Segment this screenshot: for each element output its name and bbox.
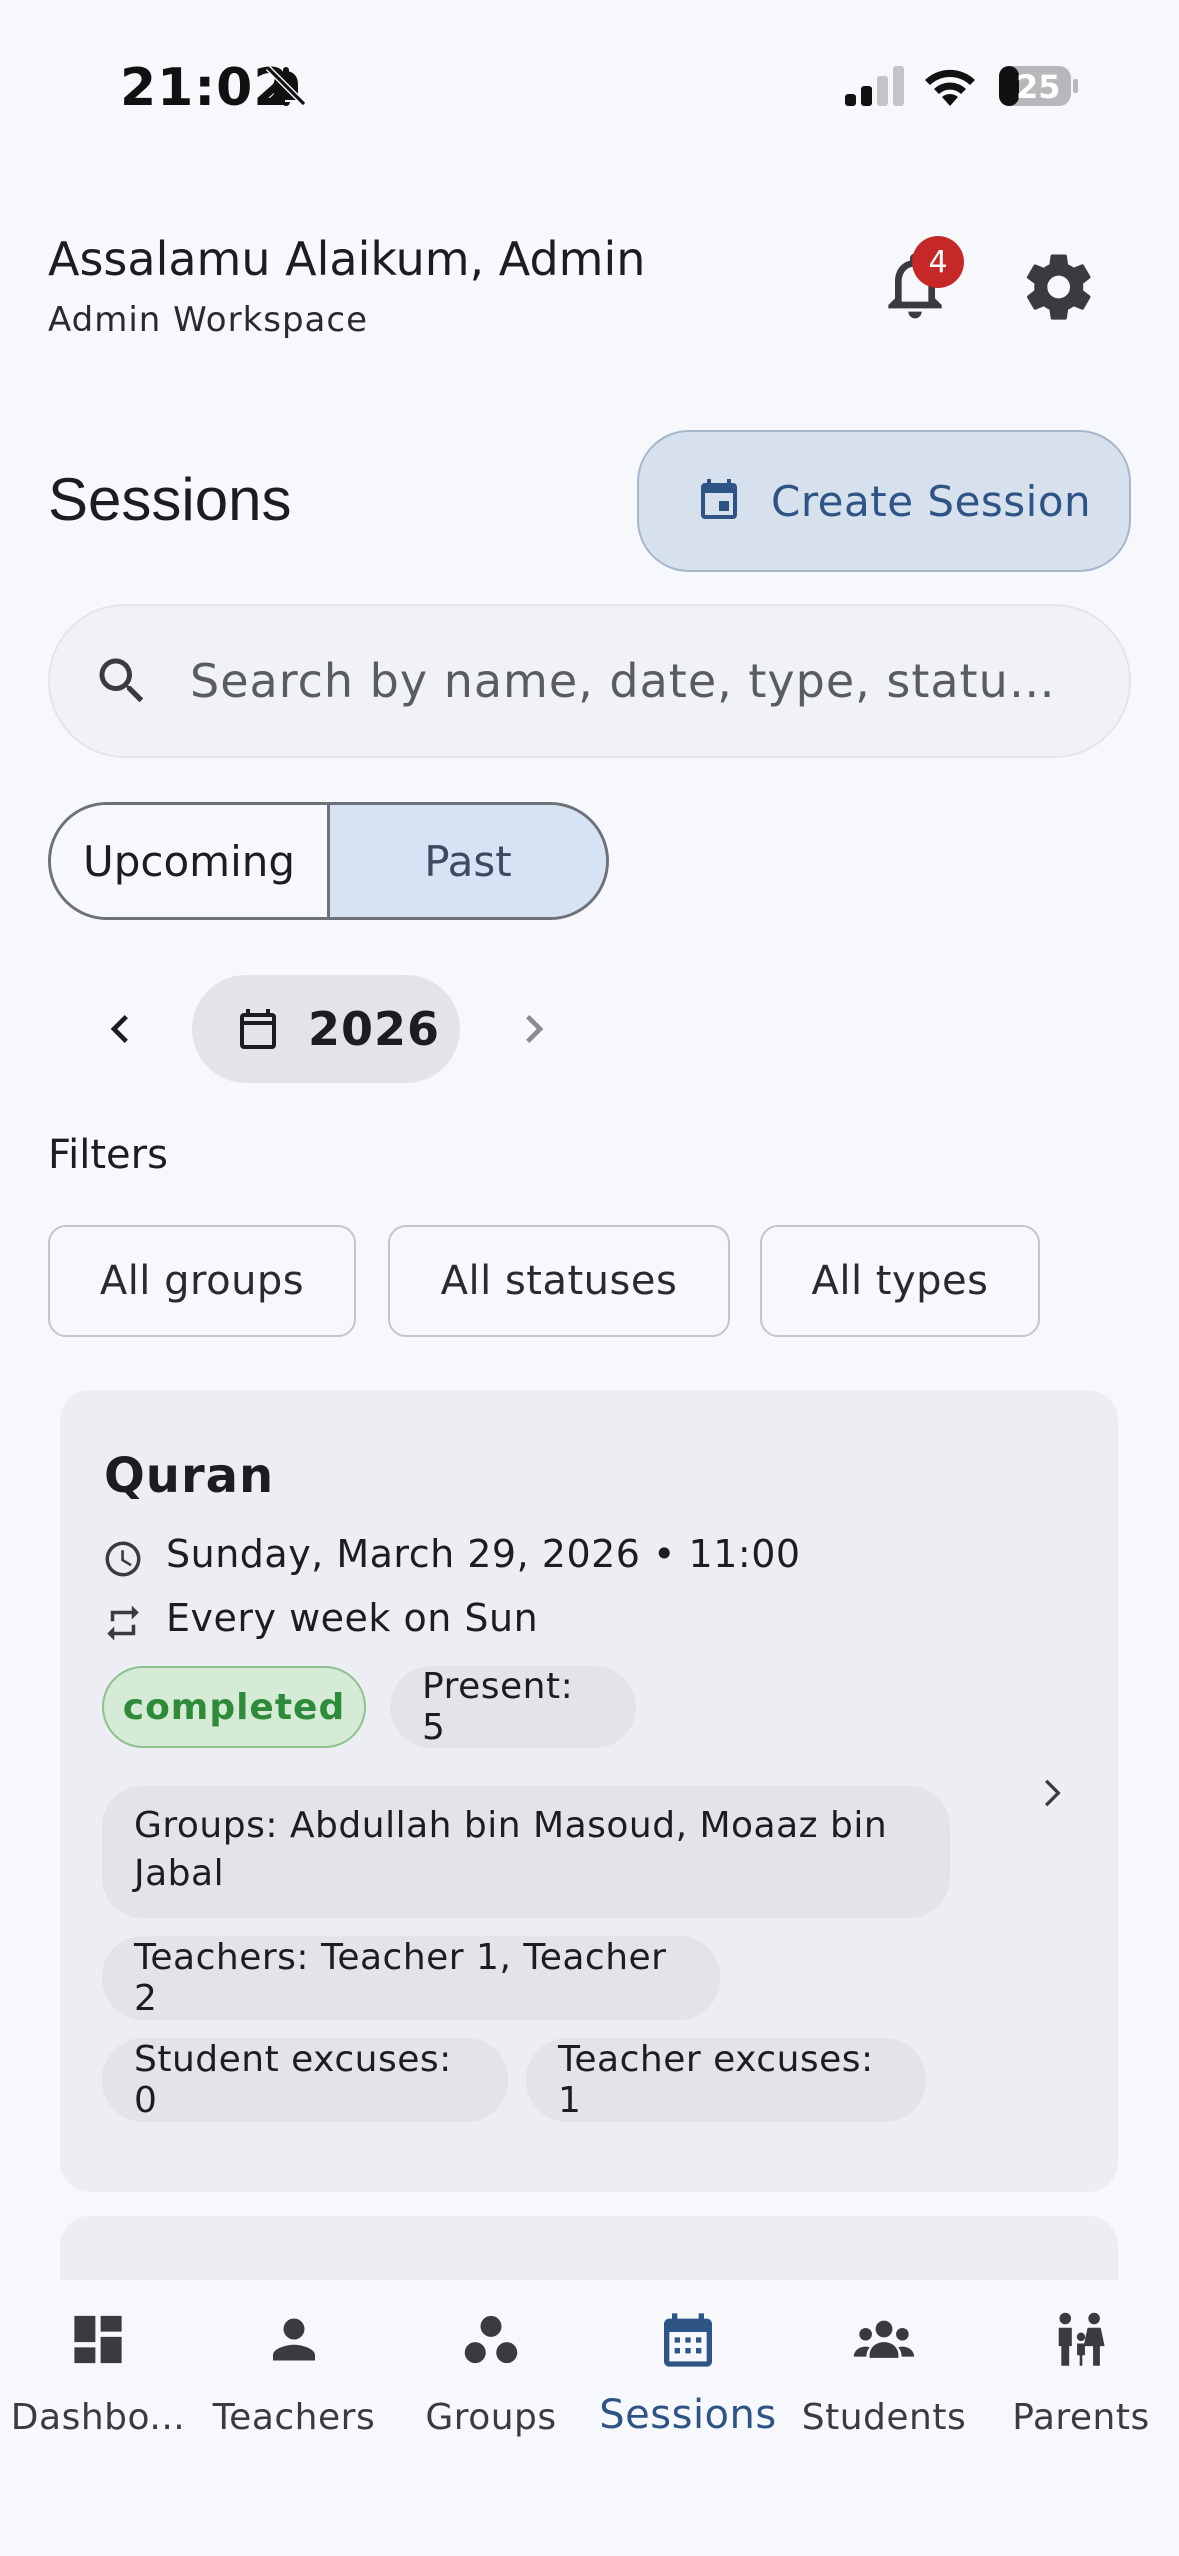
workspace-subtitle: Admin Workspace [48,300,369,340]
students-icon [853,2320,915,2358]
dashboard-icon [74,2315,122,2364]
search-placeholder: Search by name, date, type, statu… [190,654,1056,708]
nav-students[interactable]: Students [786,2298,982,2438]
tab-upcoming[interactable]: Upcoming [51,805,330,917]
selected-year: 2026 [308,1002,441,1056]
person-icon [273,2318,315,2361]
calendar-icon [664,2313,712,2367]
nav-label: Teachers [212,2397,376,2438]
bell-muted-icon [265,65,307,107]
create-session-button[interactable]: Create Session [637,430,1131,572]
gear-icon [1026,254,1091,320]
status-badge: completed [102,1666,366,1748]
nav-label: Parents [1012,2397,1150,2438]
previous-year-button[interactable] [92,996,148,1062]
nav-parents[interactable]: Parents [983,2298,1179,2438]
student-excuses-pill: Student excuses: 0 [102,2038,508,2122]
session-datetime: Sunday, March 29, 2026 • 11:00 [166,1532,801,1576]
filters-heading: Filters [48,1132,168,1178]
filter-groups-dropdown[interactable]: All groups [48,1225,356,1337]
battery-icon: 25 [998,64,1080,108]
teachers-pill: Teachers: Teacher 1, Teacher 2 [102,1936,720,2020]
notification-count-badge: 4 [912,236,964,288]
search-input[interactable]: Search by name, date, type, statu… [48,604,1131,758]
battery-level: 25 [1016,68,1061,106]
clock-icon [105,1541,141,1577]
tab-past[interactable]: Past [330,805,606,917]
nav-label: Dashbo... [10,2397,186,2438]
settings-button[interactable] [1020,248,1098,326]
chevron-right-icon[interactable] [1034,1768,1074,1818]
filter-types-dropdown[interactable]: All types [760,1225,1040,1337]
filter-statuses-dropdown[interactable]: All statuses [388,1225,730,1337]
groups-pill: Groups: Abdullah bin Masoud, Moaaz bin J… [102,1786,950,1918]
repeat-icon [107,1605,139,1641]
teacher-excuses-pill: Teacher excuses: 1 [526,2038,926,2122]
session-time-toggle: Upcoming Past [48,802,609,920]
nav-teachers[interactable]: Teachers [196,2298,392,2438]
cellular-signal-icon [845,66,904,106]
page-title: Sessions [48,466,292,533]
calendar-event-icon [701,479,737,519]
session-recurrence: Every week on Sun [166,1596,539,1640]
nav-label: Groups [425,2397,557,2438]
greeting-title: Assalamu Alaikum, Admin [48,232,646,286]
session-title: Quran [104,1448,275,1504]
calendar-icon [240,1009,276,1049]
chevron-right-icon [526,1015,544,1043]
nav-label: Students [801,2397,967,2438]
nav-groups[interactable]: Groups [393,2298,589,2438]
next-year-button[interactable] [506,996,562,1062]
wifi-icon [925,69,975,106]
family-icon [1058,2312,1105,2366]
nav-label: Sessions [599,2392,777,2438]
create-session-label: Create Session [771,476,1092,526]
nav-dashboard[interactable]: Dashbo... [0,2298,196,2438]
groups-icon [464,2315,518,2364]
year-picker-button[interactable]: 2026 [192,975,460,1083]
nav-sessions[interactable]: Sessions [590,2298,786,2438]
present-count-pill: Present: 5 [390,1666,636,1748]
search-icon [99,658,144,703]
chevron-left-icon [110,1015,128,1043]
